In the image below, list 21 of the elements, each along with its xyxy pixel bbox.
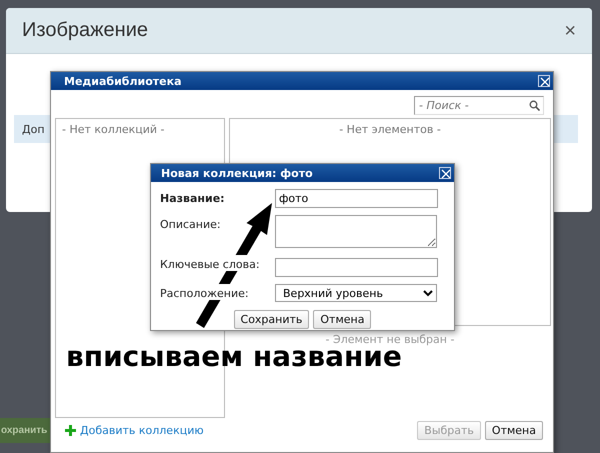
add-collection-link[interactable]: Добавить коллекцию — [65, 424, 204, 437]
input-field[interactable] — [275, 258, 438, 277]
close-icon[interactable] — [439, 167, 451, 179]
search-field[interactable]: - Поиск - — [414, 96, 544, 115]
input-field[interactable]: фото — [275, 189, 438, 208]
field-label: Расположение: — [160, 284, 249, 300]
search-icon[interactable] — [529, 100, 540, 111]
close-button[interactable]: × — [564, 20, 576, 40]
window-title: Медиабиблиотека — [64, 74, 182, 88]
description-field[interactable] — [275, 215, 437, 248]
close-icon[interactable] — [538, 75, 550, 87]
dropdown[interactable]: Верхний уровень — [275, 284, 437, 302]
window-title: Новая коллекция: фото — [161, 166, 313, 180]
empty-message: - Нет элементов - — [339, 123, 441, 136]
cancel-button[interactable]: Отмена — [313, 310, 372, 329]
plus-icon[interactable] — [65, 425, 76, 436]
cancel-button[interactable]: Отмена — [484, 421, 543, 440]
modal-title: Изображение — [22, 19, 148, 42]
save-button[interactable]: Сохранить — [234, 310, 310, 329]
field-label: Ключевые слова: — [160, 255, 260, 271]
empty-message: - Нет коллекций - — [62, 123, 165, 136]
